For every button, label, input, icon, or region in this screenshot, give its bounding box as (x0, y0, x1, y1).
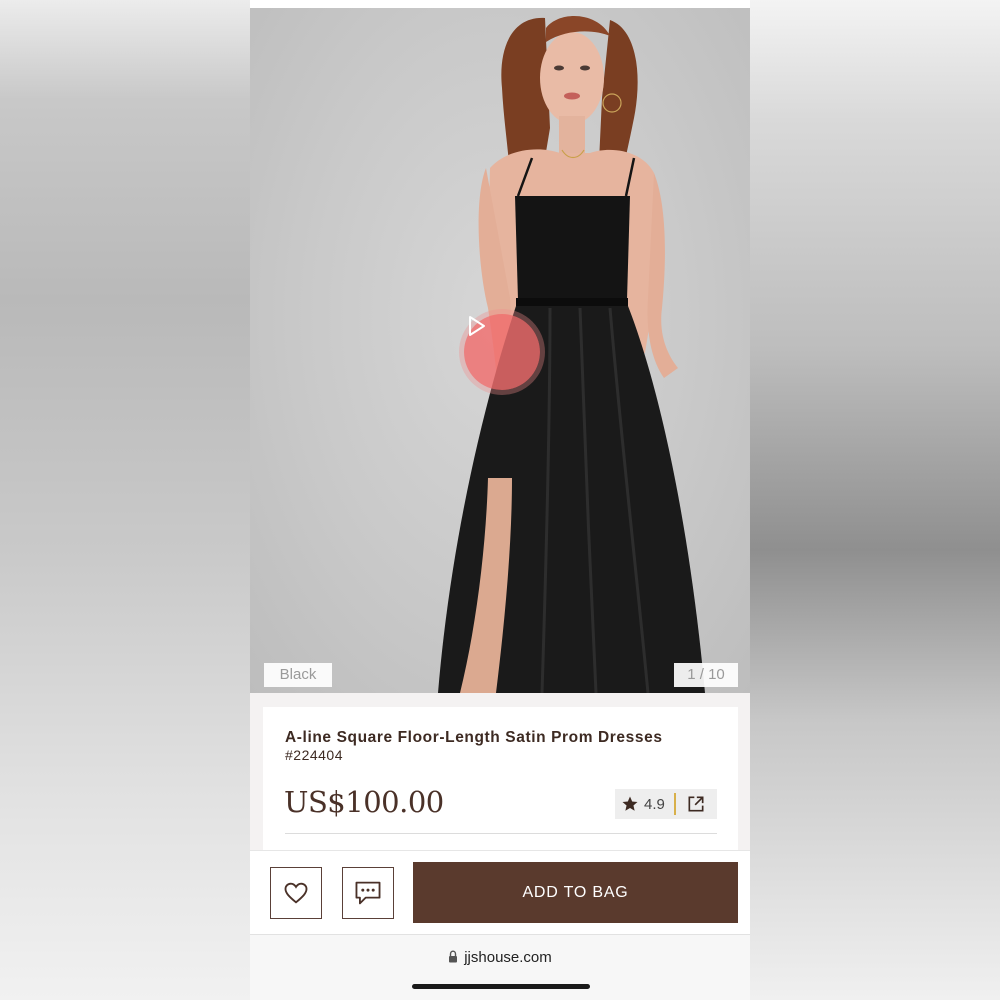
backdrop-right (750, 0, 1000, 1000)
lock-icon (449, 950, 458, 963)
backdrop-left (0, 0, 250, 1000)
share-icon[interactable] (686, 794, 706, 814)
add-to-bag-button[interactable]: ADD TO BAG (413, 862, 738, 923)
star-icon (622, 796, 638, 811)
chat-button[interactable] (342, 867, 394, 919)
rating-share-box: 4.9 (615, 789, 717, 819)
status-strip (250, 0, 750, 8)
divider (285, 833, 717, 834)
color-label-chip: Black (264, 663, 332, 687)
heart-icon (284, 882, 308, 904)
home-indicator (412, 984, 590, 989)
product-info-card: A-line Square Floor-Length Satin Prom Dr… (263, 707, 738, 852)
url-display[interactable]: jjshouse.com (250, 949, 750, 966)
product-price: US$100.00 (284, 785, 444, 819)
chat-icon (355, 881, 381, 905)
rating-divider (673, 793, 676, 815)
product-image-gallery[interactable]: Black 1 / 10 (250, 8, 750, 693)
product-title: A-line Square Floor-Length Satin Prom Dr… (285, 729, 663, 746)
browser-address-bar[interactable]: jjshouse.com (250, 934, 750, 1000)
wishlist-button[interactable] (270, 867, 322, 919)
play-video-button[interactable] (464, 314, 540, 390)
rating-value: 4.9 (644, 795, 665, 813)
bottom-action-bar: ADD TO BAG (250, 850, 750, 934)
product-sku: #224404 (285, 747, 344, 763)
url-text: jjshouse.com (464, 949, 552, 966)
phone-screen: Black 1 / 10 A-line Square Floor-Length … (250, 0, 750, 1000)
play-icon (469, 316, 485, 336)
image-counter: 1 / 10 (674, 663, 738, 687)
